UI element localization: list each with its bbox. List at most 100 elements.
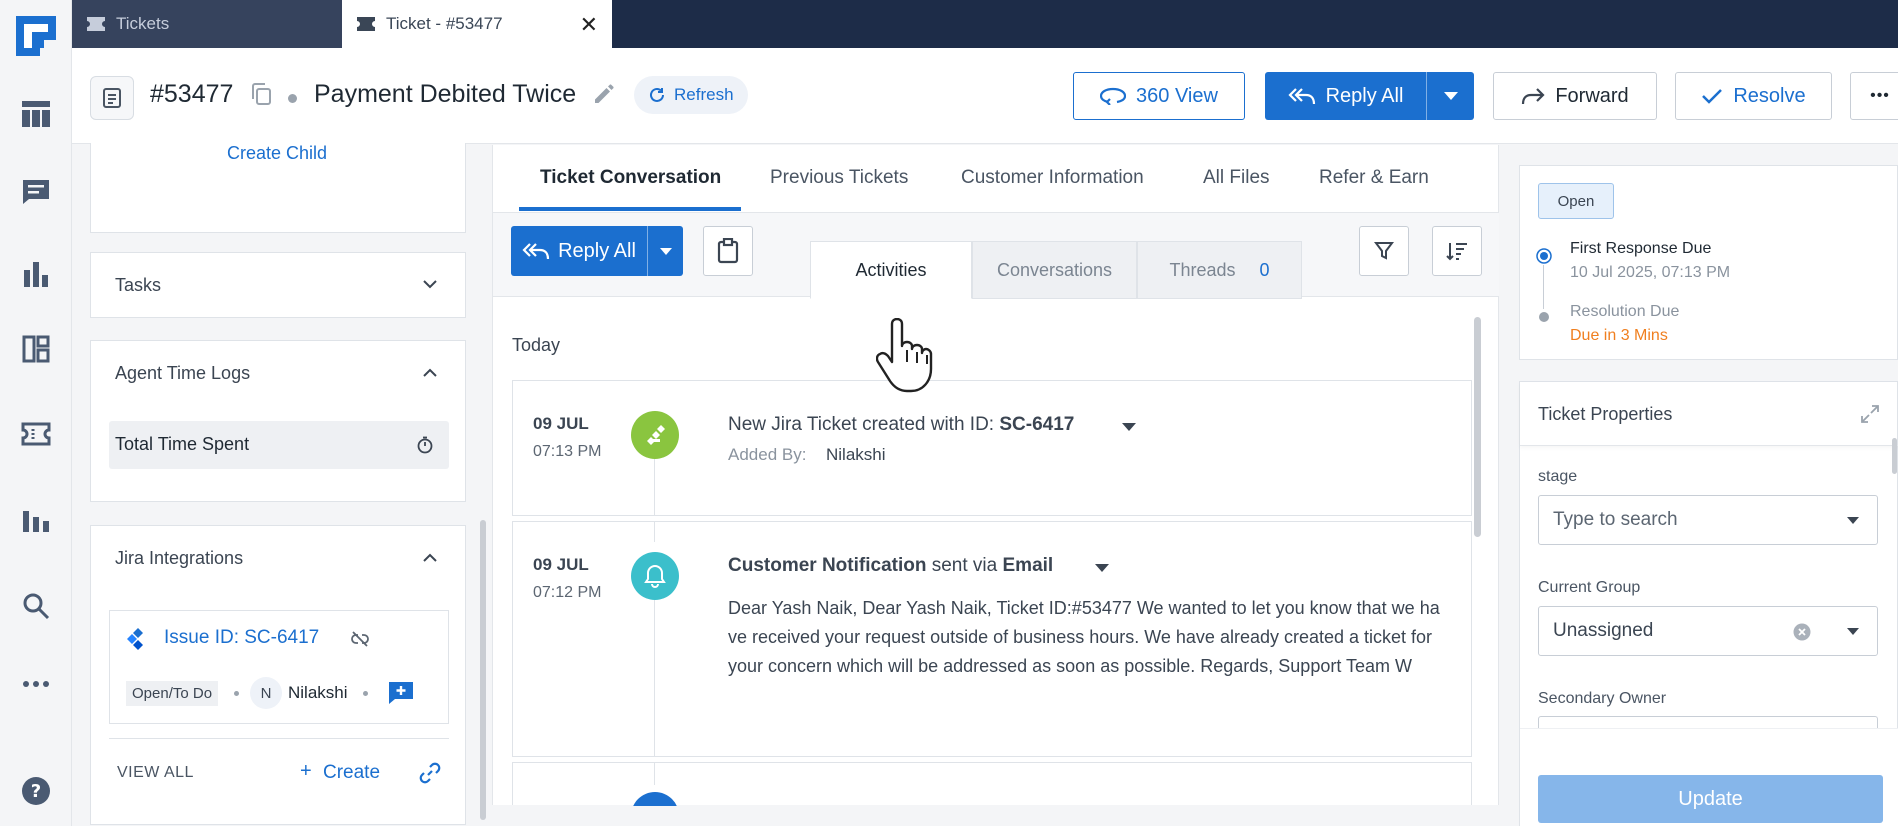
create-child-link[interactable]: Create Child (227, 143, 327, 164)
properties-scrollbar[interactable] (1892, 438, 1897, 474)
tasks-card[interactable]: Tasks (90, 252, 466, 318)
app-logo-icon[interactable] (16, 16, 56, 56)
update-button[interactable]: Update (1538, 775, 1883, 823)
more-apps-icon[interactable] (20, 668, 52, 700)
reply-all-label: Reply All (1325, 84, 1404, 107)
timeline-line (654, 459, 655, 515)
left-panel: Create Child Tasks Agent Time Logs Total… (72, 143, 492, 826)
activity-date: 09 JUL (533, 555, 589, 574)
activity-date: 09 JUL (533, 414, 589, 433)
edit-pencil-icon[interactable] (592, 82, 616, 111)
activity-item (512, 762, 1472, 806)
tickets-table-icon[interactable] (20, 98, 52, 130)
resolve-button[interactable]: Resolve (1675, 72, 1832, 120)
caret-down-icon[interactable] (1095, 564, 1109, 572)
time-logs-title: Agent Time Logs (115, 363, 251, 383)
properties-title: Ticket Properties (1538, 404, 1673, 424)
search-icon[interactable] (20, 590, 52, 622)
unlink-icon[interactable] (350, 631, 370, 647)
close-tab-icon[interactable]: ✕ (580, 12, 598, 38)
secondary-owner-select[interactable] (1538, 716, 1878, 728)
activity-avatar (631, 792, 679, 806)
sort-button[interactable] (1432, 226, 1482, 276)
tab-all-files[interactable]: All Files (1203, 167, 1270, 189)
ticket-icon (87, 17, 105, 31)
plus-icon[interactable]: + (300, 760, 312, 783)
refresh-button[interactable]: Refresh (634, 76, 748, 114)
reply-all-button[interactable]: Reply All (511, 226, 647, 276)
tab-previous-tickets[interactable]: Previous Tickets (770, 167, 908, 189)
activity-item: 09 JUL 07:13 PM New Jira Ticket created … (512, 380, 1472, 516)
conversation-scrollbar[interactable] (1474, 317, 1481, 537)
stage-select[interactable]: Type to search (1538, 495, 1878, 545)
clear-icon[interactable] (1793, 623, 1811, 641)
reply-all-split-button[interactable]: Reply All (511, 226, 683, 276)
filter-button[interactable] (1359, 226, 1409, 276)
tab-customer-information[interactable]: Customer Information (961, 167, 1144, 189)
more-actions-button[interactable]: ••• (1850, 72, 1898, 120)
sort-icon (1446, 243, 1467, 261)
chevron-down-icon[interactable] (423, 280, 437, 289)
link-icon[interactable] (419, 762, 441, 784)
activity-title: New Jira Ticket created with ID: SC-6417 (728, 414, 1074, 436)
chat-icon[interactable] (20, 176, 52, 208)
separator-dot (363, 691, 368, 696)
notification-via: sent via (926, 555, 1003, 576)
chevron-up-icon[interactable] (423, 553, 437, 562)
caret-down-icon[interactable] (1122, 423, 1136, 431)
ticket-details-icon[interactable] (90, 76, 134, 120)
notes-button[interactable] (703, 226, 753, 276)
caret-down-icon (1443, 92, 1458, 100)
conversation-tabs: Ticket Conversation Previous Tickets Cus… (493, 145, 1500, 213)
tab-ticket-conversation[interactable]: Ticket Conversation (540, 167, 721, 189)
view-all-link[interactable]: VIEW ALL (117, 764, 194, 782)
reply-all-button[interactable]: Reply All (1265, 72, 1426, 120)
assignee-avatar: N (250, 677, 282, 709)
copy-icon[interactable] (250, 82, 272, 111)
stage-placeholder: Type to search (1553, 509, 1678, 530)
caret-down-icon (1847, 628, 1859, 635)
threads-count: 0 (1259, 259, 1270, 280)
group-value: Unassigned (1553, 620, 1654, 641)
jira-activity-icon (631, 411, 679, 459)
ticket-icon[interactable] (20, 418, 52, 450)
expand-icon[interactable] (1860, 404, 1880, 424)
help-icon[interactable]: ? (20, 775, 52, 807)
subtab-conversations[interactable]: Conversations (972, 241, 1137, 299)
reply-all-split-button[interactable]: Reply All (1265, 72, 1474, 120)
rotate-360-icon (1100, 87, 1127, 105)
left-scrollbar[interactable] (480, 520, 486, 820)
added-by-name: Nilakshi (826, 445, 886, 464)
status-badge: Open (1538, 183, 1614, 219)
create-jira-link[interactable]: Create (323, 762, 380, 784)
secondary-owner-label: Secondary Owner (1538, 690, 1667, 707)
jira-issue-card: Issue ID: SC-6417 Open/To Do N Nilakshi (109, 610, 449, 724)
tab-ticket-53477[interactable]: Ticket - #53477 ✕ (342, 0, 612, 48)
activity-text: New Jira Ticket created with ID: (728, 414, 1000, 435)
analytics-icon[interactable] (20, 504, 52, 536)
notification-body: Dear Yash Naik, Dear Yash Naik, Ticket I… (728, 598, 1440, 676)
subtab-activities[interactable]: Activities (810, 241, 972, 299)
group-select[interactable]: Unassigned (1538, 606, 1878, 656)
360-view-button[interactable]: 360 View (1073, 72, 1245, 120)
jira-logo-icon (127, 628, 143, 650)
divider (109, 738, 449, 739)
jira-issue-link[interactable]: Issue ID: SC-6417 (164, 627, 319, 649)
add-comment-icon[interactable] (388, 681, 414, 705)
stopwatch-icon[interactable] (417, 436, 433, 454)
tab-refer-earn[interactable]: Refer & Earn (1319, 167, 1429, 189)
forward-arrow-icon (1522, 88, 1545, 105)
chevron-up-icon[interactable] (423, 368, 437, 377)
child-tickets-card: Create Child (90, 143, 466, 233)
reply-options-dropdown[interactable] (648, 226, 683, 276)
tab-tickets[interactable]: Tickets (72, 0, 342, 48)
dashboard-icon[interactable] (20, 333, 52, 365)
reply-options-dropdown[interactable] (1427, 72, 1474, 120)
forward-button[interactable]: Forward (1493, 72, 1657, 120)
subtab-threads[interactable]: Threads 0 (1137, 241, 1302, 299)
reports-chart-icon[interactable] (20, 258, 52, 290)
refresh-label: Refresh (674, 85, 734, 104)
clipboard-icon (717, 238, 739, 264)
first-response-label: First Response Due (1570, 240, 1712, 257)
conversation-panel: Ticket Conversation Previous Tickets Cus… (492, 145, 1500, 806)
